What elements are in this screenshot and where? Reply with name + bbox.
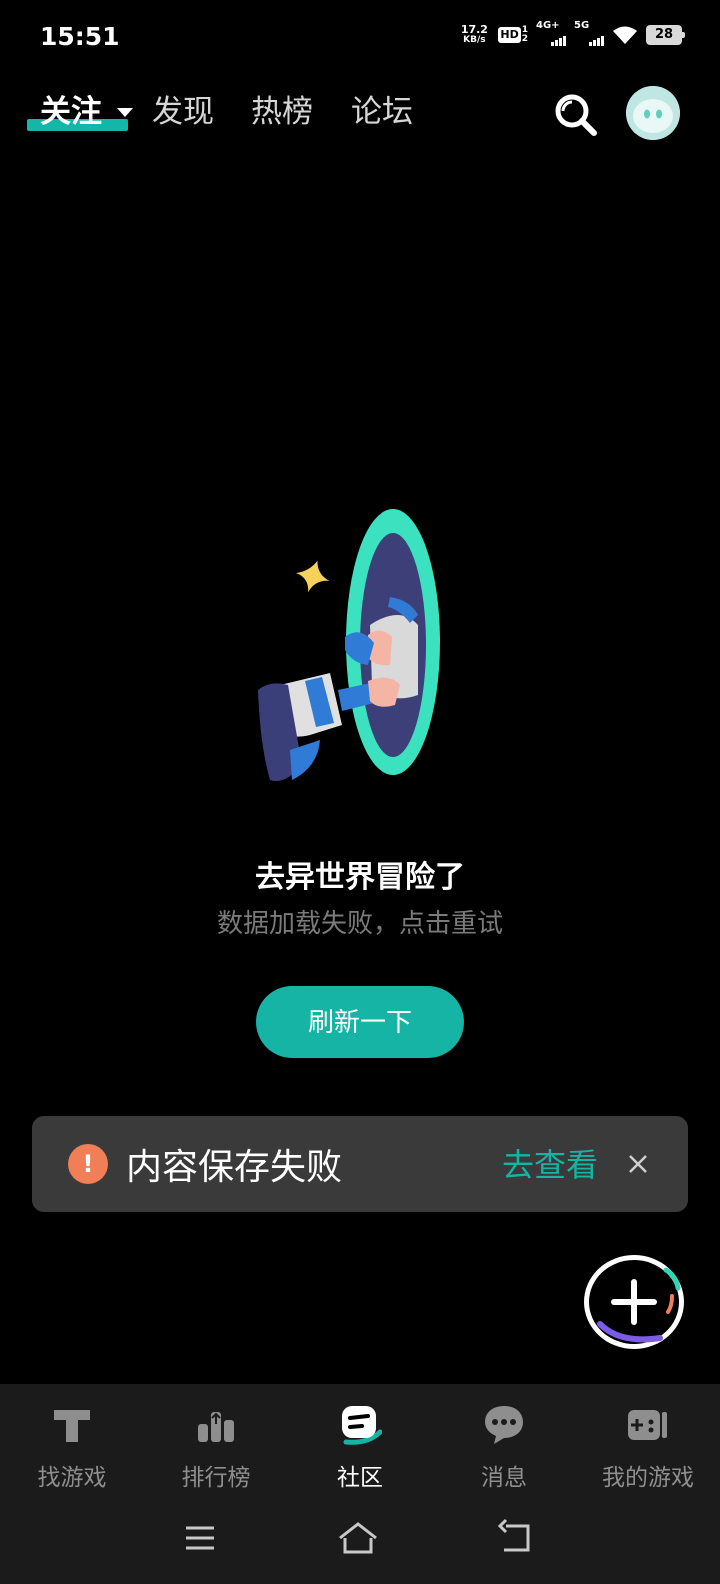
message-icon [485, 1406, 523, 1444]
close-icon[interactable] [624, 1150, 652, 1178]
find-game-icon [54, 1410, 90, 1442]
hd-sub: 1 2 [522, 26, 528, 44]
tab-discover[interactable]: 发现 [152, 86, 214, 131]
top-nav: 关注 发现 热榜 论坛 [0, 86, 720, 146]
bottom-nav: 找游戏 排行榜 社区 消息 我的游戏 [0, 1384, 720, 1496]
hd-sub-bottom: 2 [521, 34, 528, 44]
tab-follow-label: 关注 [40, 94, 102, 130]
toast-view-link[interactable]: 去查看 [502, 1140, 598, 1186]
system-nav-bar [0, 1496, 720, 1584]
empty-state-subtitle[interactable]: 数据加载失败，点击重试 [0, 903, 720, 940]
avatar[interactable] [626, 86, 680, 140]
nav-ranking[interactable]: 排行榜 [144, 1384, 288, 1496]
network-speed: 17.2 KB/s [458, 24, 490, 46]
ranking-icon [198, 1412, 234, 1442]
nav-label: 找游戏 [37, 1465, 107, 1491]
portal-illustration [258, 509, 440, 781]
nav-messages[interactable]: 消息 [432, 1384, 576, 1496]
toast-message: 内容保存失败 [126, 1147, 343, 1188]
battery-icon: 28 [646, 25, 685, 45]
refresh-button[interactable]: 刷新一下 [256, 986, 464, 1058]
nav-community[interactable]: 社区 [288, 1384, 432, 1496]
empty-state-title: 去异世界冒险了 [255, 860, 465, 895]
signal-5g-label: 5G [574, 20, 590, 31]
community-icon [342, 1406, 382, 1445]
network-speed-unit: KB/s [463, 35, 486, 45]
error-toast: ! 内容保存失败 去查看 [32, 1116, 688, 1212]
status-icons: 17.2 KB/s HD 1 2 4G+ 5G 28 [458, 20, 685, 46]
nav-label: 我的游戏 [602, 1465, 694, 1491]
status-bar: 15:51 17.2 KB/s HD 1 2 4G+ 5G 28 [0, 0, 720, 76]
my-games-icon [628, 1410, 667, 1440]
warning-icon: ! [68, 1144, 108, 1184]
tab-hot[interactable]: 热榜 [251, 86, 313, 131]
signal-4g-label: 4G+ [536, 20, 560, 31]
avatar-face-icon [626, 86, 680, 140]
status-time: 15:51 [40, 22, 120, 51]
network-speed-value: 17.2 [460, 23, 488, 36]
back-icon[interactable] [494, 1516, 538, 1560]
home-icon[interactable] [336, 1516, 380, 1560]
wifi-icon [613, 26, 637, 44]
chevron-down-icon[interactable] [117, 108, 133, 117]
nav-label: 社区 [337, 1465, 383, 1491]
tab-follow[interactable]: 关注 [40, 86, 102, 131]
menu-icon[interactable] [178, 1516, 222, 1560]
tab-forum[interactable]: 论坛 [351, 86, 413, 131]
hd-label: HD [498, 27, 521, 43]
nav-label: 排行榜 [181, 1465, 251, 1491]
signal-5g-icon: 5G [574, 20, 604, 46]
search-icon[interactable] [553, 92, 599, 138]
hd-icon: HD 1 2 [498, 26, 528, 44]
nav-label: 消息 [481, 1465, 527, 1491]
signal-4g-icon: 4G+ [536, 20, 566, 46]
nav-my-games[interactable]: 我的游戏 [576, 1384, 720, 1496]
create-post-button[interactable] [580, 1252, 688, 1352]
nav-find-games[interactable]: 找游戏 [0, 1384, 144, 1496]
